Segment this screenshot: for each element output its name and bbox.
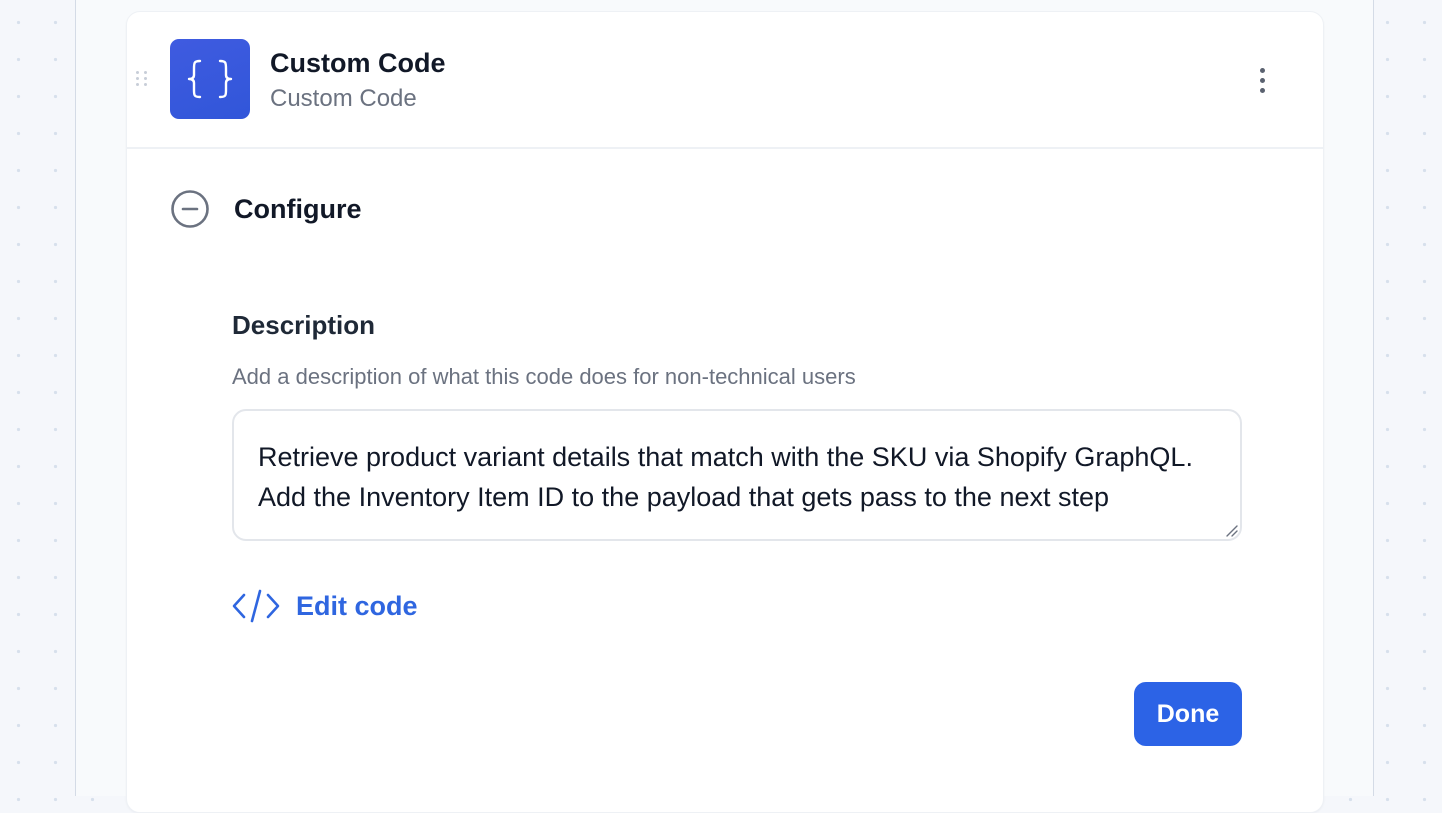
step-subtitle: Custom Code [270, 85, 417, 112]
step-title: Custom Code [270, 48, 446, 78]
drag-handle-icon[interactable] [136, 71, 148, 87]
code-icon [232, 589, 280, 623]
collapse-minus-icon[interactable] [170, 189, 210, 229]
curly-braces-icon [170, 39, 250, 119]
more-options-icon[interactable] [1249, 64, 1275, 96]
edit-code-label: Edit code [296, 590, 418, 621]
description-textarea[interactable]: Retrieve product variant details that ma… [234, 411, 1240, 539]
resize-grip-icon[interactable] [1224, 523, 1238, 537]
description-textarea-wrapper: Retrieve product variant details that ma… [232, 409, 1242, 541]
done-button[interactable]: Done [1134, 682, 1242, 746]
configure-section-title[interactable]: Configure [234, 193, 362, 225]
description-label: Description [232, 310, 376, 340]
header-divider [126, 147, 1324, 149]
description-help-text: Add a description of what this code does… [232, 364, 856, 389]
edit-code-link[interactable]: Edit code [232, 587, 418, 625]
